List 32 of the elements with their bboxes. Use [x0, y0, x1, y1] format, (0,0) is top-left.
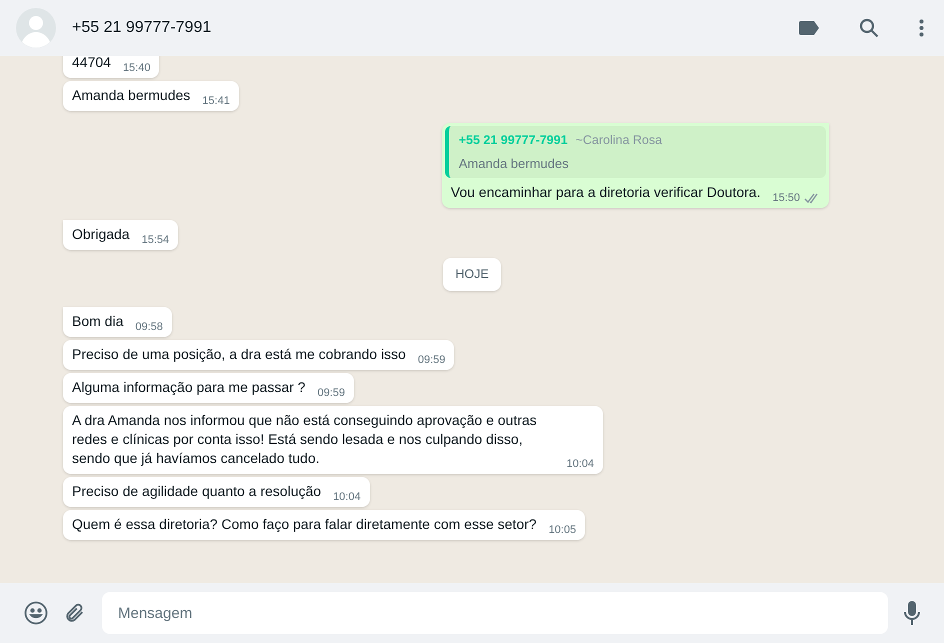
message-time: 10:05 — [548, 522, 576, 538]
emoji-icon[interactable] — [24, 601, 48, 625]
menu-icon[interactable] — [919, 19, 924, 37]
message-time: 15:40 — [122, 60, 150, 76]
message-text: Preciso de agilidade quanto a resolução — [72, 482, 322, 501]
message-time: 15:50 — [772, 190, 800, 206]
message-text: Quem é essa diretoria? Como faço para falar diretamente com esse setor? — [72, 515, 537, 534]
message-text: Amanda bermudes — [72, 86, 190, 105]
message-time: 15:54 — [142, 232, 170, 248]
message-time: 15:41 — [202, 94, 230, 108]
message-text: Preciso de uma posição, a dra está me cobrando isso — [72, 345, 406, 364]
microphone-icon[interactable] — [904, 601, 920, 625]
message-time: 09:59 — [418, 352, 446, 368]
search-icon[interactable] — [859, 18, 879, 38]
quote-author: +55 21 99777-7991 — [458, 132, 568, 149]
message-time: 10:04 — [566, 456, 594, 472]
message-text: A dra Amanda nos informou que não está conseguindo aprovação e outras redes e clínicas por conta isso! Está sendo lesada e nos culpando disso, sendo que já havíamos cancelado tudo. — [72, 411, 538, 468]
message-time: 10:04 — [333, 490, 361, 504]
message-time: 09:58 — [135, 320, 163, 334]
message-text: Obrigada — [72, 225, 130, 244]
message-time: 09:59 — [317, 386, 345, 400]
message-text: 44704 — [72, 56, 111, 72]
message-input[interactable]: Mensagem — [102, 592, 888, 634]
message-text: Alguma informação para me passar ? — [72, 378, 306, 397]
paperclip-icon[interactable] — [64, 602, 86, 624]
quote-name: ~Carolina Rosa — [576, 132, 662, 149]
message-text: Vou encaminhar para a diretoria verificar Doutora. — [450, 183, 760, 202]
quoted-message[interactable]: +55 21 99777-7991 ~Carolina Rosa Amanda bermudes — [444, 126, 826, 178]
label-icon[interactable] — [799, 21, 819, 35]
message-text: Bom dia — [72, 312, 124, 331]
contact-name[interactable]: +55 21 99777-7991 — [72, 16, 783, 40]
quote-text: Amanda bermudes — [458, 154, 570, 173]
